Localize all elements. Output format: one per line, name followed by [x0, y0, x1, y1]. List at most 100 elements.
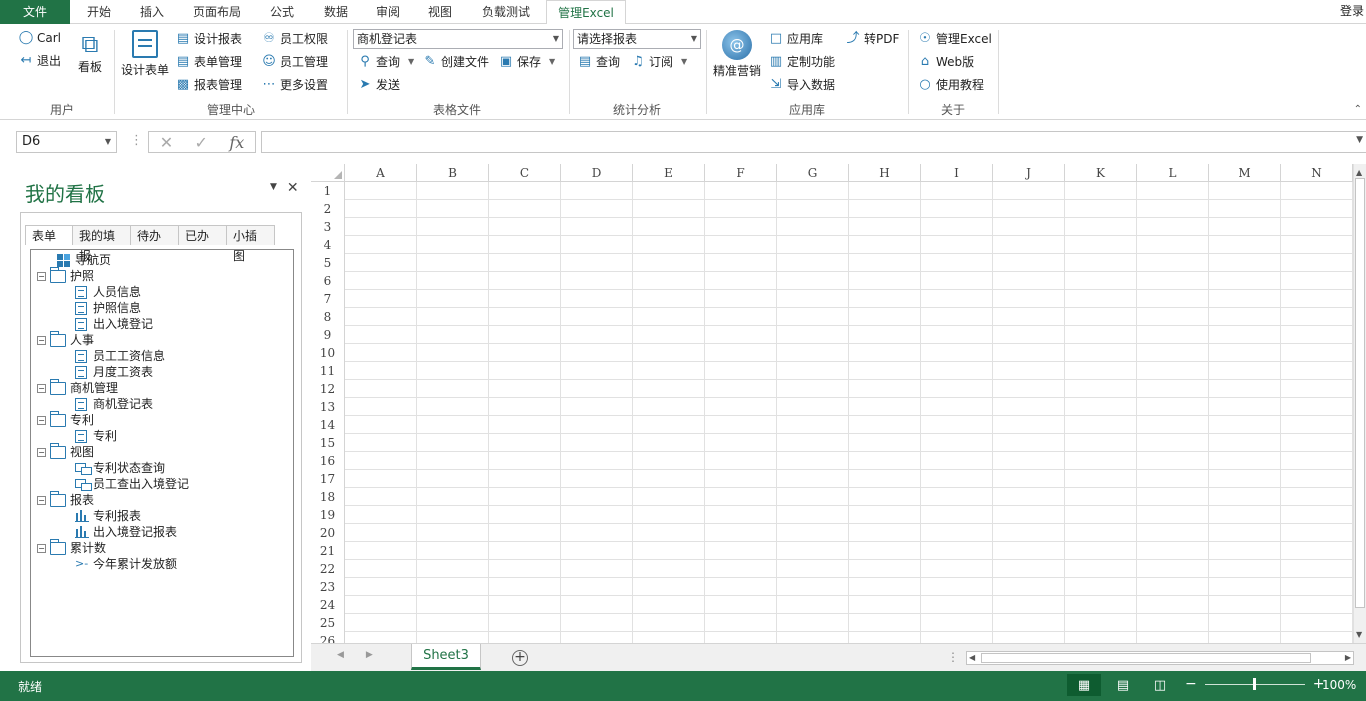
vertical-scroll-thumb[interactable]	[1355, 178, 1365, 608]
row-header[interactable]: 18	[311, 488, 345, 506]
row-header[interactable]: 8	[311, 308, 345, 326]
column-header[interactable]: C	[489, 164, 561, 182]
tree-item[interactable]: 月度工资表	[31, 364, 293, 380]
pane-tab-my-submissions[interactable]: 我的填报	[73, 225, 131, 263]
collapse-toggle-icon[interactable]: −	[37, 415, 46, 425]
expand-formula-icon[interactable]: ▼	[1356, 135, 1363, 145]
tree-item[interactable]: 员工查出入境登记	[31, 476, 293, 492]
tab-data[interactable]: 数据	[314, 0, 358, 24]
tab-insert[interactable]: 插入	[130, 0, 174, 24]
tree-item[interactable]: 专利	[31, 428, 293, 444]
stats-query-button[interactable]: ▤ 查询	[577, 52, 620, 72]
page-layout-view-icon[interactable]: ▤	[1106, 674, 1140, 696]
sheet-tab-active[interactable]: Sheet3	[411, 644, 481, 670]
column-header[interactable]: J	[993, 164, 1065, 182]
manage-excel-button[interactable]: ☉ 管理Excel	[917, 29, 992, 49]
create-file-button[interactable]: ✎ 创建文件	[422, 52, 489, 72]
tab-load-test[interactable]: 负载测试	[472, 0, 540, 24]
tab-home[interactable]: 开始	[76, 0, 122, 24]
row-header[interactable]: 10	[311, 344, 345, 362]
row-header[interactable]: 12	[311, 380, 345, 398]
column-header[interactable]: F	[705, 164, 777, 182]
add-sheet-icon[interactable]: +	[512, 650, 528, 666]
collapse-toggle-icon[interactable]: −	[37, 383, 46, 393]
column-header[interactable]: B	[417, 164, 489, 182]
tree-folder[interactable]: − 人事	[31, 330, 293, 348]
tree-item[interactable]: 护照信息	[31, 300, 293, 316]
normal-view-icon[interactable]: ▦	[1067, 674, 1101, 696]
pane-tab-done[interactable]: 已办	[179, 225, 227, 245]
tab-file[interactable]: 文件	[0, 0, 70, 24]
name-box[interactable]: D6 ▼	[16, 131, 117, 153]
emp-perm-button[interactable]: ♾ 员工权限	[261, 29, 328, 49]
vertical-scrollbar[interactable]: ▲ ▼	[1353, 164, 1366, 643]
scroll-up-icon[interactable]: ▲	[1356, 168, 1362, 177]
cancel-icon[interactable]: ✕	[160, 133, 173, 152]
worksheet-grid[interactable]: ABCDEFGHIJKLMN 1 2 3 4 5 6 7 8 9 10 11 12 13 14 15 16 17…	[311, 164, 1366, 643]
horizontal-scrollbar[interactable]: ◀ ▶	[966, 651, 1354, 665]
column-header[interactable]: G	[777, 164, 849, 182]
scroll-left-icon[interactable]: ◀	[969, 652, 975, 664]
select-all-corner[interactable]	[311, 164, 345, 182]
column-header[interactable]: N	[1281, 164, 1353, 182]
tree-folder[interactable]: − 护照	[31, 266, 293, 284]
row-header[interactable]: 23	[311, 578, 345, 596]
tab-page-layout[interactable]: 页面布局	[186, 0, 248, 24]
scroll-right-icon[interactable]: ▶	[1345, 652, 1351, 664]
collapse-toggle-icon[interactable]: −	[37, 495, 46, 505]
user-button[interactable]: ◯ Carl	[18, 28, 61, 48]
dashboard-button[interactable]: ⧉ 看板	[74, 30, 106, 75]
pane-tab-forms[interactable]: 表单	[25, 225, 73, 245]
report-mgmt-button[interactable]: ▩ 报表管理	[175, 75, 242, 95]
row-header[interactable]: 16	[311, 452, 345, 470]
column-header[interactable]: I	[921, 164, 993, 182]
login-link[interactable]: 登录	[1340, 0, 1366, 24]
send-button[interactable]: ➤ 发送	[357, 75, 400, 95]
pane-tab-widgets[interactable]: 小插图	[227, 225, 275, 263]
formula-input[interactable]	[261, 131, 1366, 153]
table-file-select[interactable]: 商机登记表 ▼	[353, 29, 563, 49]
zoom-level[interactable]: 100%	[1322, 678, 1356, 692]
next-sheet-icon[interactable]: ▶	[366, 650, 373, 660]
row-header[interactable]: 22	[311, 560, 345, 578]
column-header[interactable]: E	[633, 164, 705, 182]
row-header[interactable]: 19	[311, 506, 345, 524]
function-icon[interactable]: fx	[229, 133, 244, 152]
column-header[interactable]: K	[1065, 164, 1137, 182]
save-button[interactable]: ▣ 保存 ▼	[498, 52, 555, 72]
tree-item[interactable]: 员工工资信息	[31, 348, 293, 364]
tab-view[interactable]: 视图	[418, 0, 462, 24]
tab-formulas[interactable]: 公式	[260, 0, 304, 24]
prev-sheet-icon[interactable]: ◀	[337, 650, 344, 660]
row-header[interactable]: 25	[311, 614, 345, 632]
subscribe-button[interactable]: ♫ 订阅 ▼	[630, 52, 687, 72]
design-report-button[interactable]: ▤ 设计报表	[175, 29, 242, 49]
row-header[interactable]: 11	[311, 362, 345, 380]
collapse-toggle-icon[interactable]: −	[37, 335, 46, 345]
collapse-toggle-icon[interactable]: −	[37, 447, 46, 457]
collapse-ribbon-icon[interactable]: ⌃	[1354, 104, 1362, 115]
row-header[interactable]: 6	[311, 272, 345, 290]
tab-review[interactable]: 审阅	[366, 0, 410, 24]
applib-button[interactable]: □ 应用库	[768, 29, 823, 49]
tree-item[interactable]: 专利报表	[31, 508, 293, 524]
split-handle-icon[interactable]: ⋮	[947, 650, 959, 664]
tree-folder[interactable]: − 报表	[31, 490, 293, 508]
close-icon[interactable]: ✕	[287, 180, 299, 196]
web-button[interactable]: ⌂ Web版	[917, 52, 974, 72]
column-header[interactable]: M	[1209, 164, 1281, 182]
pane-options-icon[interactable]: ▼	[270, 180, 277, 196]
query-button[interactable]: ⚲ 查询 ▼	[357, 52, 414, 72]
report-select[interactable]: 请选择报表 ▼	[573, 29, 701, 49]
tree-item[interactable]: 导航页	[31, 252, 293, 268]
drag-handle-icon[interactable]: ⋮	[130, 133, 143, 148]
row-header[interactable]: 1	[311, 182, 345, 200]
logout-button[interactable]: ↤ 退出	[18, 51, 61, 71]
column-header[interactable]: H	[849, 164, 921, 182]
column-header[interactable]: D	[561, 164, 633, 182]
tree-item[interactable]: 出入境登记报表	[31, 524, 293, 540]
to-pdf-button[interactable]: ⤴ 转PDF	[845, 29, 899, 49]
tree-folder[interactable]: − 累计数	[31, 538, 293, 556]
row-header[interactable]: 26	[311, 632, 345, 643]
import-button[interactable]: ⇲ 导入数据	[768, 75, 835, 95]
